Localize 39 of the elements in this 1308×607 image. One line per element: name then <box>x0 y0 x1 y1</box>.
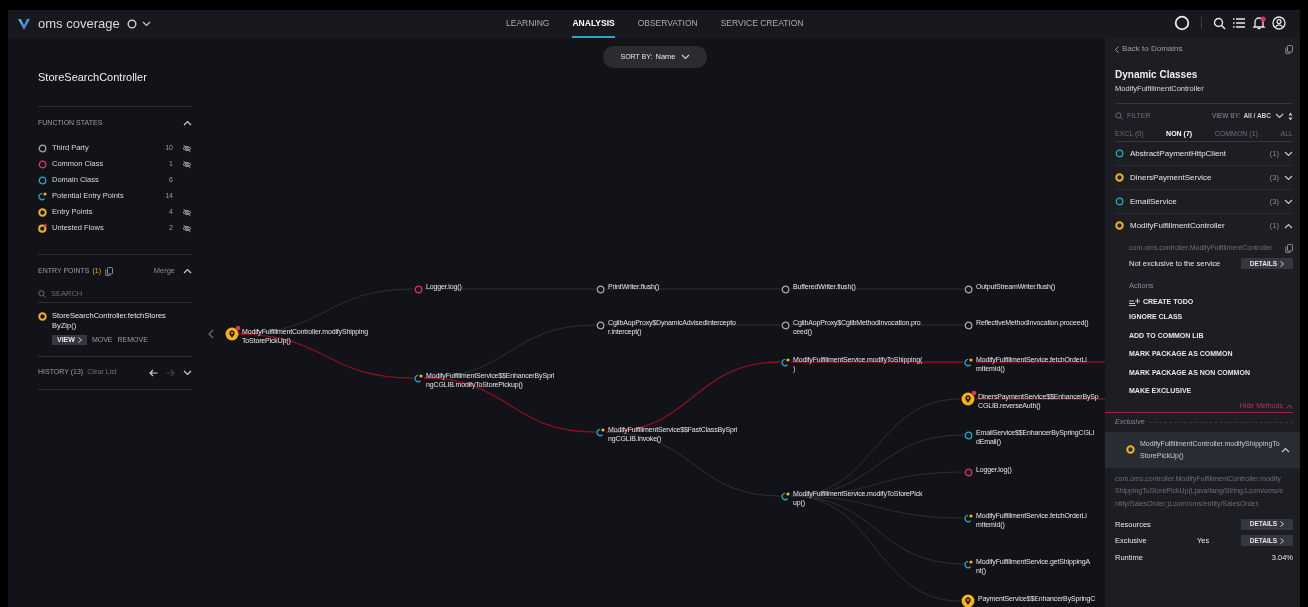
list-icon[interactable] <box>1232 17 1246 29</box>
search-icon[interactable] <box>1213 16 1226 30</box>
chevron-right-icon <box>1280 537 1285 544</box>
copy-icon <box>105 266 114 276</box>
class-name[interactable]: AbstractPaymentHttpClient <box>1130 147 1270 160</box>
nav-tab[interactable]: ANALYSIS <box>572 10 615 38</box>
nav-tab[interactable]: OBSERVATION <box>637 10 698 38</box>
eye-off-icon[interactable] <box>182 159 192 169</box>
chevron-down-icon <box>141 21 151 27</box>
sort-icon[interactable] <box>1288 111 1293 121</box>
copy-icon <box>1285 44 1293 54</box>
user-icon[interactable] <box>1272 16 1286 30</box>
chevron-right-icon <box>1280 260 1285 267</box>
eye-off-icon[interactable] <box>182 143 192 153</box>
nav-tab[interactable]: SERVICE CREATION <box>720 10 804 38</box>
back-link[interactable]: Back to Domains <box>1115 43 1183 55</box>
search-icon <box>38 289 46 298</box>
app-title: oms coverage <box>38 15 120 34</box>
eye-off-icon[interactable] <box>182 207 192 217</box>
bell-icon[interactable] <box>1252 16 1266 30</box>
logo-icon <box>17 17 31 31</box>
panel-title: Dynamic Classes <box>1115 68 1199 79</box>
copy-icon <box>1285 244 1293 253</box>
chevron-right-icon <box>77 337 82 344</box>
eye-off-icon[interactable] <box>182 223 192 233</box>
chevron-down-icon <box>1275 113 1284 119</box>
class-name[interactable]: EmailService <box>1130 195 1270 208</box>
search-icon <box>1115 112 1123 120</box>
add-list-icon <box>1129 298 1140 306</box>
chevron-right-icon <box>1280 521 1285 528</box>
class-name[interactable]: DinersPaymentService <box>1130 171 1270 184</box>
chevron-left-icon <box>1115 45 1119 53</box>
class-name[interactable]: ModifyFulfillmentController <box>1130 219 1270 232</box>
nav-tab[interactable]: LEARNING <box>506 10 550 38</box>
chevron-up-icon <box>1286 403 1293 409</box>
chevron-down-icon <box>680 54 690 60</box>
sidebar-title: StoreSearchController <box>38 70 148 83</box>
circle-icon[interactable] <box>1174 15 1190 31</box>
circle-icon <box>126 19 137 29</box>
